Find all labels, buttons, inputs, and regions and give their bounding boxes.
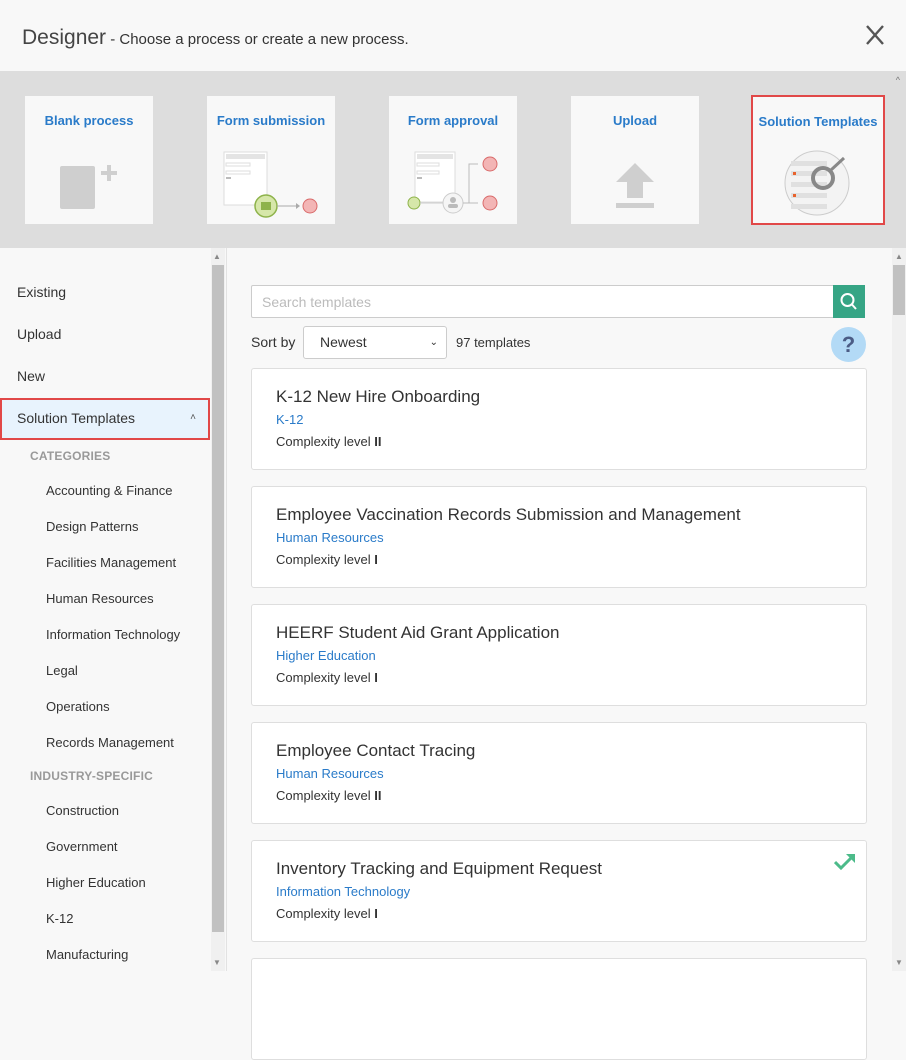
template-complexity: Complexity level I [276,670,378,685]
chevron-up-icon: ˄ [190,412,196,423]
industry-item[interactable]: Construction [46,803,119,818]
industry-item[interactable]: Higher Education [46,875,146,890]
tile-label: Form submission [216,113,326,128]
category-item[interactable]: Information Technology [46,627,180,642]
sort-select[interactable]: Newest ⌄ [303,326,447,359]
template-title: Employee Contact Tracing [276,741,476,760]
templates-panel: Sort by Newest ⌄ 97 templates ? K-12 New… [227,248,892,1060]
help-button[interactable]: ? [831,327,866,362]
sidebar-item-label: Upload [17,326,62,342]
title-text: Designer [22,26,107,49]
tile-label: Blank process [44,113,134,128]
process-type-band: Blank process Form submission Form appro… [0,71,906,248]
upload-icon [616,163,654,208]
template-card[interactable]: HEERF Student Aid Grant Application High… [251,604,867,706]
tile-upload[interactable]: Upload [571,96,699,224]
main-scrollbar[interactable]: ▲ ▼ [892,248,906,971]
complexity-value: II [374,788,382,803]
sidebar-item-label: Solution Templates [17,410,136,426]
template-category-link[interactable]: Human Resources [276,530,384,545]
sidebar-scroll-thumb[interactable] [212,265,224,932]
template-category-link[interactable]: Information Technology [276,884,410,899]
template-category-link[interactable]: Higher Education [276,648,376,663]
main-scroll-thumb[interactable] [893,265,905,315]
template-title: HEERF Student Aid Grant Application [276,623,560,642]
solution-templates-icon [784,150,850,216]
scroll-up-icon[interactable]: ▲ [895,252,903,261]
blank-process-icon [60,165,117,209]
complexity-label: Complexity level [276,788,375,803]
complexity-value: I [374,670,378,685]
categories-heading: CATEGORIES [30,449,111,463]
form-approval-icon [407,151,498,214]
sidebar-item-existing[interactable]: Existing [0,272,210,312]
complexity-label: Complexity level [276,906,375,921]
tile-solution-templates[interactable]: Solution Templates [751,95,885,225]
trending-icon [834,854,855,871]
industry-heading: INDUSTRY-SPECIFIC [30,769,153,783]
industry-item[interactable]: Government [46,839,118,854]
dialog-header: Designer - Choose a process or create a … [0,0,906,71]
category-item[interactable]: Operations [46,699,110,714]
sidebar-item-new[interactable]: New [0,356,210,396]
template-category-link[interactable]: K-12 [276,412,303,427]
complexity-value: II [374,434,382,449]
sidebar-item-label: Existing [17,284,67,300]
dialog-title: Designer - Choose a process or create a … [22,26,409,50]
template-card[interactable]: Employee Contact Tracing Human Resources… [251,722,867,824]
search-input[interactable] [252,286,834,317]
complexity-label: Complexity level [276,434,375,449]
template-title: Employee Vaccination Records Submission … [276,505,741,524]
search-box [251,285,865,318]
tile-label: Solution Templates [758,114,878,129]
industry-item[interactable]: K-12 [46,911,73,926]
template-card[interactable]: Inventory Tracking and Equipment Request… [251,840,867,942]
industry-item[interactable]: Manufacturing [46,947,128,962]
band-scroll-up-icon[interactable]: ^ [896,75,900,85]
sort-label: Sort by [251,334,296,350]
template-complexity: Complexity level I [276,552,378,567]
tile-blank-process[interactable]: Blank process [25,96,153,224]
sidebar-item-label: New [17,368,46,384]
category-item[interactable]: Human Resources [46,591,154,606]
complexity-label: Complexity level [276,670,375,685]
complexity-value: I [374,552,378,567]
tile-label: Form approval [407,113,499,128]
close-button[interactable] [864,22,886,48]
tile-form-approval[interactable]: Form approval [389,96,517,224]
tile-label: Upload [612,113,658,128]
template-title: K-12 New Hire Onboarding [276,387,481,406]
category-item[interactable]: Design Patterns [46,519,139,534]
close-icon [866,25,884,45]
search-button[interactable] [833,285,865,318]
template-title: Inventory Tracking and Equipment Request [276,859,603,878]
template-count: 97 templates [456,335,531,350]
search-icon [840,293,857,310]
category-item[interactable]: Records Management [46,735,174,750]
complexity-value: I [374,906,378,921]
scroll-up-icon[interactable]: ▲ [213,252,221,261]
scroll-down-icon[interactable]: ▼ [895,958,903,967]
sort-value: Newest [320,334,367,350]
template-card[interactable]: Employee Vaccination Records Submission … [251,486,867,588]
category-item[interactable]: Accounting & Finance [46,483,172,498]
template-complexity: Complexity level II [276,788,382,803]
template-card[interactable] [251,958,867,1060]
tile-form-submission[interactable]: Form submission [207,96,335,224]
scroll-down-icon[interactable]: ▼ [213,958,221,967]
template-complexity: Complexity level II [276,434,382,449]
chevron-down-icon: ⌄ [429,337,438,348]
form-submission-icon [223,151,318,218]
template-card[interactable]: K-12 New Hire Onboarding K-12 Complexity… [251,368,867,470]
sidebar: Existing Upload New Solution Templates ˄… [0,248,226,971]
category-item[interactable]: Facilities Management [46,555,176,570]
template-complexity: Complexity level I [276,906,378,921]
sidebar-item-solution-templates[interactable]: Solution Templates ˄ [0,398,210,440]
category-item[interactable]: Legal [46,663,78,678]
sidebar-item-upload[interactable]: Upload [0,314,210,354]
complexity-label: Complexity level [276,552,375,567]
template-category-link[interactable]: Human Resources [276,766,384,781]
sidebar-scrollbar[interactable]: ▲ ▼ [211,248,225,971]
subtitle-text: - Choose a process or create a new proce… [106,31,409,48]
